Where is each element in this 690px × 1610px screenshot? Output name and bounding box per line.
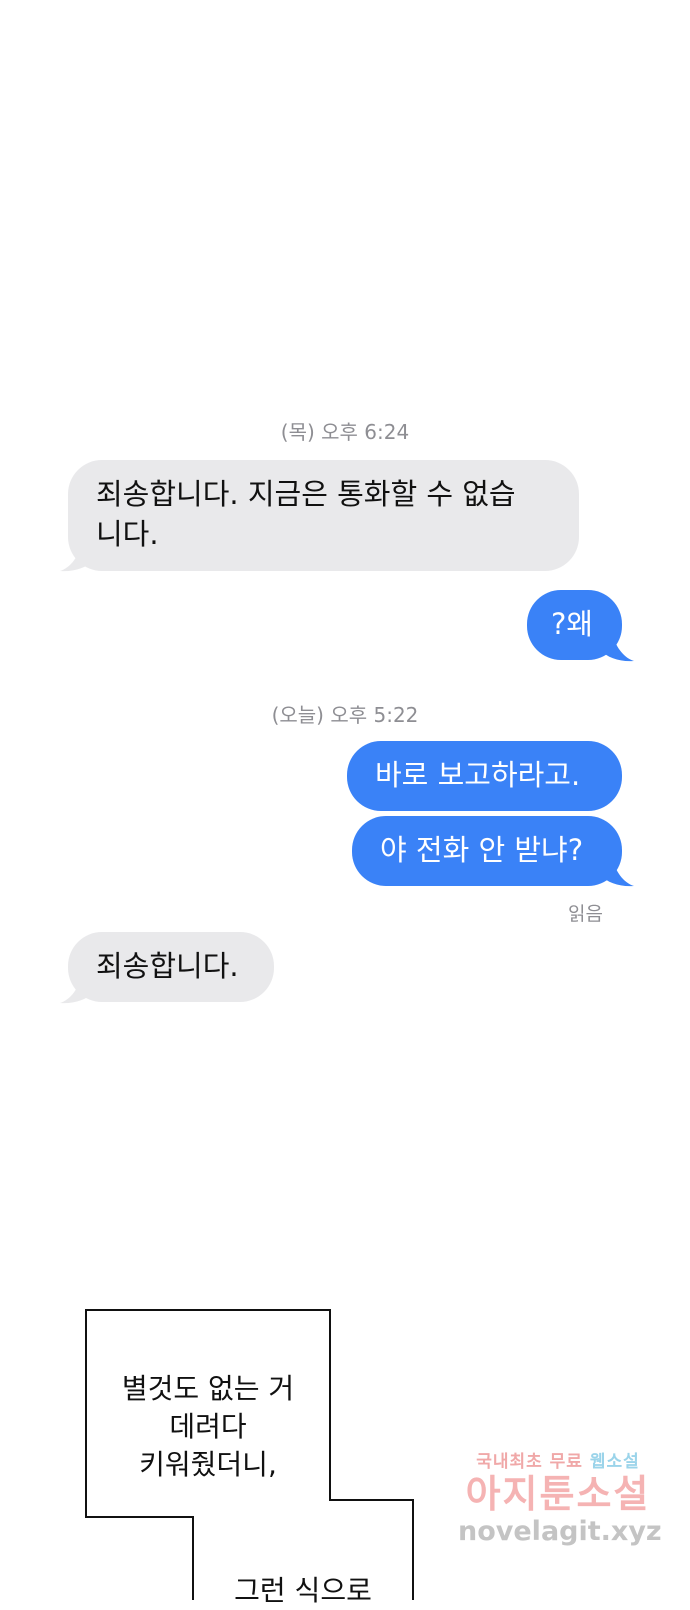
watermark-tagline-b: 웹소설 bbox=[589, 1452, 640, 1472]
caption-box-outline bbox=[85, 1309, 414, 1600]
caption-text: 별것도 없는 거 데려다 키워줬더니, bbox=[88, 1370, 328, 1484]
watermark-tagline-a: 국내최초 무료 bbox=[476, 1452, 583, 1472]
watermark-brand: 아지툰소설 bbox=[465, 1472, 651, 1516]
watermark: 국내최초 무료 웹소설 아지툰소설 novelagit.xyz bbox=[458, 1447, 662, 1548]
caption-line: 별것도 없는 거 bbox=[121, 1372, 295, 1405]
watermark-url: novelagit.xyz bbox=[458, 1516, 662, 1547]
caption-line: 데려다 bbox=[169, 1410, 247, 1443]
caption-line: 키워줬더니, bbox=[139, 1448, 277, 1481]
watermark-tagline: 국내최초 무료 웹소설 bbox=[458, 1447, 658, 1472]
caption-text-continued: 그런 식으로 bbox=[234, 1574, 372, 1607]
